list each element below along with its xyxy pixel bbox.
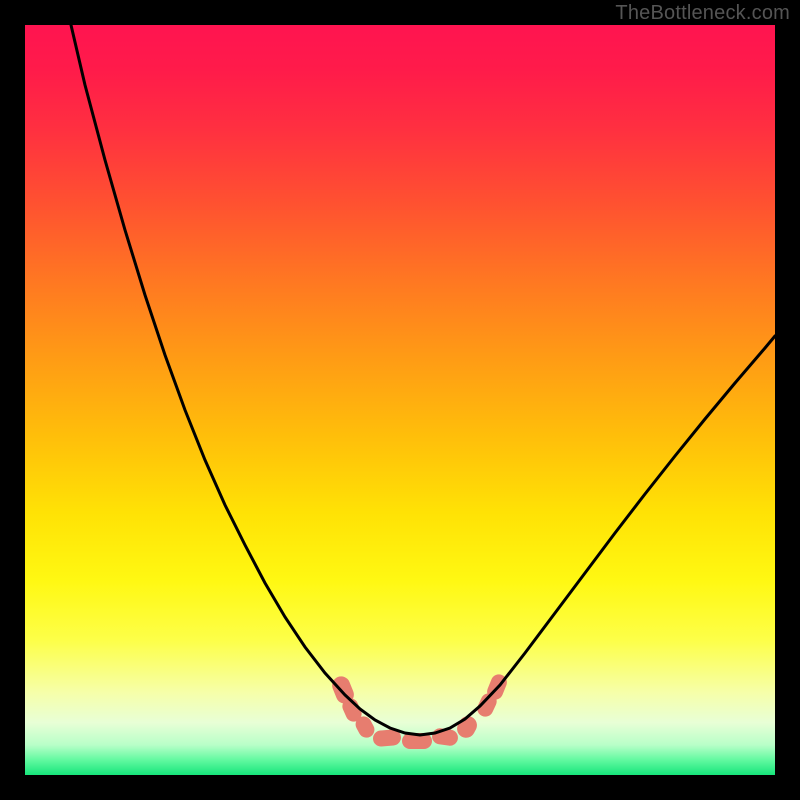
watermark-text: TheBottleneck.com bbox=[615, 2, 790, 25]
plot-area bbox=[25, 25, 775, 775]
marker-group bbox=[329, 672, 509, 749]
bottleneck-curve bbox=[71, 25, 775, 735]
chart-frame: TheBottleneck.com bbox=[0, 0, 800, 800]
curve-layer bbox=[25, 25, 775, 775]
